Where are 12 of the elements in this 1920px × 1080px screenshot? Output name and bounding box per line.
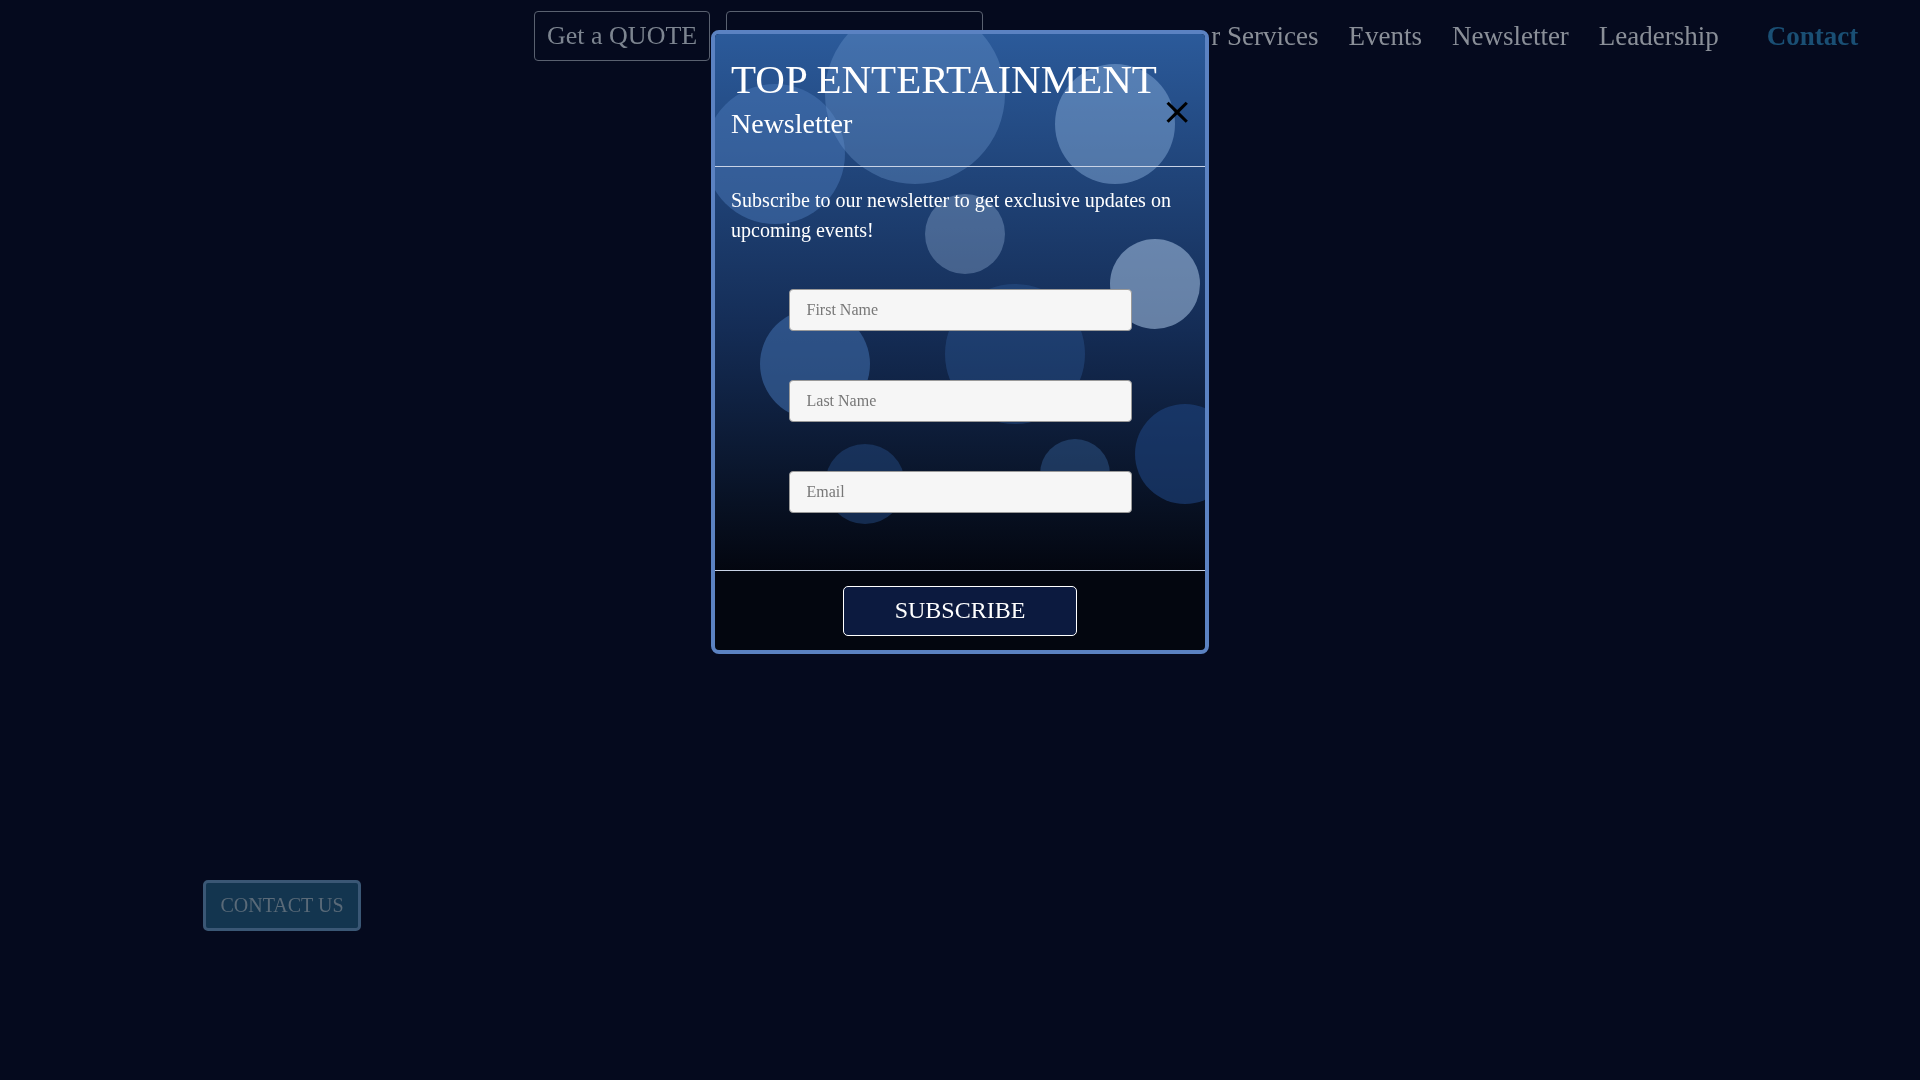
nav-button[interactable]: Get a QUOTE [534,11,711,61]
input-field[interactable]: Last Name [788,380,1132,422]
modal-description: Subscribe to our newsletter to get exclusive updates on upcoming events! [731,188,1172,244]
nav-link[interactable]: Events [1348,20,1422,52]
nav-link[interactable]: r Services [1211,20,1319,52]
modal-title: TOP ENTERTAINMENT [731,55,1157,104]
subscribe-button[interactable]: SUBSCRIBE [843,585,1077,636]
nav-link[interactable]: Leadership [1598,20,1719,52]
input-field[interactable]: First Name [788,289,1132,331]
nav-link[interactable]: Newsletter [1451,20,1569,52]
modal-subtitle: Newsletter [731,108,853,140]
input-field[interactable]: Email [788,471,1132,513]
